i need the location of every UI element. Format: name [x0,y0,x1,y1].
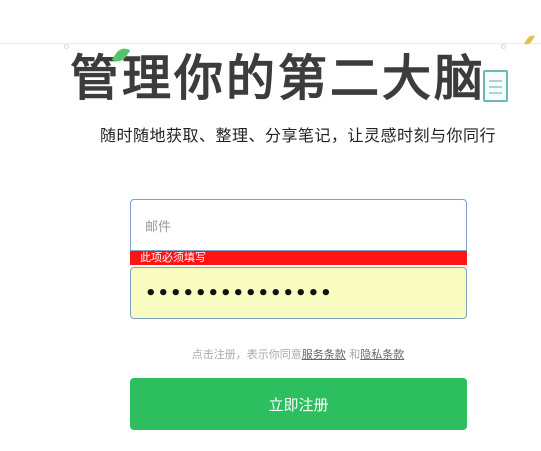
leaf-icon [524,33,535,47]
privacy-terms-link[interactable]: 隐私条款 [360,348,404,361]
hero-title: 管理你的第二大脑 [69,49,486,107]
signup-button[interactable]: 立即注册 [130,378,467,430]
terms-and: 和 [345,348,361,361]
service-terms-link[interactable]: 服务条款 [302,348,346,361]
email-error-message: 此项必须填写 [130,251,467,265]
header-divider [0,43,541,44]
hero-subtitle: 随时随地获取、整理、分享笔记，让灵感时刻与你同行 [99,126,496,145]
signup-page: 管理你的第二大脑 随时随地获取、整理、分享笔记，让灵感时刻与你同行 邮件 此项必… [0,0,541,451]
email-field[interactable]: 邮件 [130,199,467,251]
password-value: ••••••••••••••• [145,282,333,304]
terms-prefix: 点击注册，表示你同意 [191,348,302,361]
email-placeholder: 邮件 [145,219,172,235]
password-field[interactable]: ••••••••••••••• [130,267,467,319]
terms-notice: 点击注册，表示你同意服务条款 和隐私条款 [0,346,541,362]
notebook-icon [483,70,508,102]
signup-button-label: 立即注册 [268,396,329,414]
